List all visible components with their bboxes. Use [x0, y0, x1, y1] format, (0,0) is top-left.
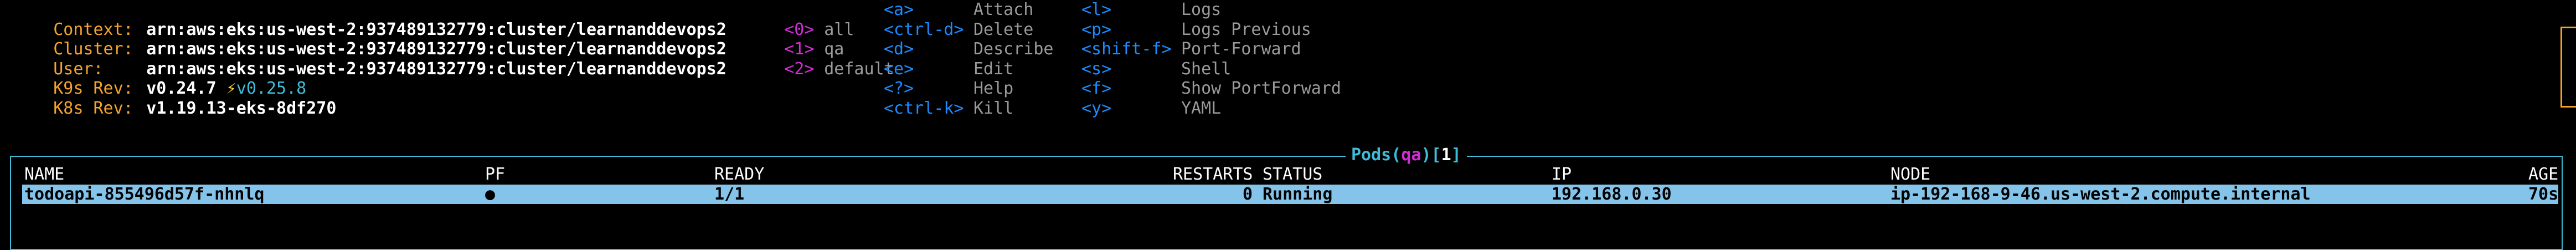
shortcut-item[interactable]: <s> Shell — [1081, 59, 1231, 79]
namespace-key: <2> — [784, 59, 815, 79]
namespace-item[interactable]: <2> default — [744, 39, 894, 99]
column-header-ready[interactable]: READY — [714, 165, 764, 185]
shortcut-item[interactable]: <d> Describe — [884, 39, 1054, 59]
shortcut-desc: Logs — [1181, 0, 1222, 19]
column-header-ip[interactable]: IP — [1552, 165, 1572, 185]
shortcut-item[interactable]: <p> Logs Previous — [1081, 20, 1311, 40]
shortcut-desc: Show PortForward — [1181, 79, 1341, 98]
pod-restarts-cell: 0 — [1243, 185, 1253, 204]
shortcut-key: <e> — [884, 59, 914, 79]
shortcut-desc: Attach — [973, 0, 1034, 19]
shortcut-key: <a> — [884, 0, 914, 19]
shortcut-desc: Shell — [1181, 59, 1232, 79]
shortcut-item[interactable]: <shift-f> Port-Forward — [1081, 39, 1301, 59]
column-header-name[interactable]: NAME — [24, 165, 64, 185]
shortcut-desc: Help — [973, 79, 1014, 98]
shortcut-key: <f> — [1081, 79, 1112, 98]
k8s-rev-label: K8s Rev: — [53, 98, 133, 118]
shortcut-desc: Kill — [973, 98, 1014, 118]
table-title-namespace: qa — [1401, 145, 1421, 165]
table-title-resource: Pods — [1351, 145, 1392, 165]
shortcut-item[interactable]: <l> Logs — [1081, 0, 1221, 20]
pod-status-cell: Running — [1263, 185, 1333, 204]
column-header-age[interactable]: AGE — [2528, 165, 2558, 185]
shortcut-desc: Describe — [973, 39, 1054, 59]
shortcut-item[interactable]: <a> Attach — [884, 0, 1033, 20]
shortcut-key: <?> — [884, 79, 914, 98]
shortcut-desc: Logs Previous — [1181, 19, 1311, 39]
column-header-pf[interactable]: PF — [485, 165, 505, 185]
shortcut-key: <l> — [1081, 0, 1112, 19]
pod-pf-cell: ● — [485, 185, 496, 204]
shortcut-key: <s> — [1081, 59, 1112, 79]
shortcut-key: <y> — [1081, 98, 1112, 118]
shortcut-key: <p> — [1081, 19, 1112, 39]
table-title-count: 1 — [1441, 145, 1451, 165]
shortcut-key: <ctrl-k> — [884, 98, 964, 118]
shortcut-key: <d> — [884, 39, 914, 59]
shortcut-desc: YAML — [1181, 98, 1222, 118]
shortcut-desc: Edit — [973, 59, 1014, 79]
shortcut-key: <shift-f> — [1081, 39, 1172, 59]
pod-ready-cell: 1/1 — [714, 185, 745, 204]
shortcut-item[interactable]: <e> Edit — [884, 59, 1013, 79]
pod-node-cell: ip-192-168-9-46.us-west-2.compute.intern… — [1890, 185, 2311, 204]
k9s-logo-fragment — [2560, 27, 2576, 108]
shortcut-item[interactable]: <ctrl-k> Kill — [884, 99, 1013, 119]
shortcut-item[interactable]: <?> Help — [884, 79, 1013, 99]
pods-table-title: Pods(qa)[1] — [1346, 145, 1467, 165]
column-header-node[interactable]: NODE — [1890, 165, 1930, 185]
k8s-rev-value: v1.19.13-eks-8df270 — [146, 98, 337, 118]
shortcut-item[interactable]: <ctrl-d> Delete — [884, 20, 1033, 40]
shortcut-item[interactable]: <y> YAML — [1081, 99, 1221, 119]
column-header-status[interactable]: STATUS — [1263, 165, 1322, 185]
k8s-rev-row: K8s Rev: v1.19.13-eks-8df270 — [13, 79, 336, 138]
shortcut-item[interactable]: <f> Show PortForward — [1081, 79, 1341, 99]
shortcut-key: <ctrl-d> — [884, 19, 964, 39]
shortcut-desc: Delete — [973, 19, 1034, 39]
shortcut-desc: Port-Forward — [1181, 39, 1301, 59]
pod-ip-cell: 192.168.0.30 — [1552, 185, 1672, 204]
pod-name-cell: todoapi-855496d57f-nhnlq — [24, 185, 265, 204]
column-header-restarts[interactable]: RESTARTS — [1173, 165, 1253, 185]
pod-age-cell: 70s — [2528, 185, 2559, 204]
